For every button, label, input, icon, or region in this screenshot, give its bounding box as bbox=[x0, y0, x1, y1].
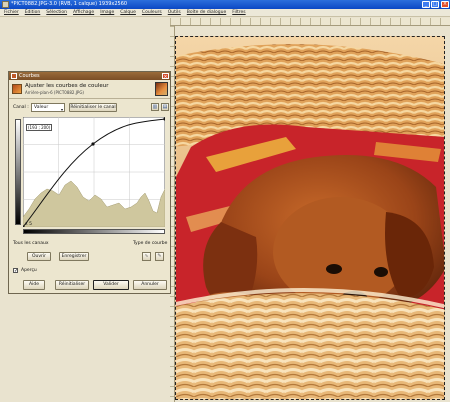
open-button[interactable]: Ouvrir bbox=[27, 252, 51, 261]
log-histogram-icon[interactable]: ▤ bbox=[161, 103, 169, 111]
horizontal-ruler[interactable] bbox=[170, 18, 450, 26]
menu-bar: Fichier Édition Sélection Affichage Imag… bbox=[0, 9, 450, 17]
menu-selection[interactable]: Sélection bbox=[46, 9, 67, 16]
curve-graph[interactable] bbox=[21, 116, 167, 229]
reset-button[interactable]: Réinitialiser bbox=[55, 280, 89, 290]
freehand-curve-icon[interactable]: ✎ bbox=[155, 252, 164, 261]
vertical-gradient-bar bbox=[15, 119, 21, 225]
curve-point-mid[interactable] bbox=[91, 142, 95, 146]
menu-boite-de-dialogue[interactable]: Boîte de dialogue bbox=[187, 9, 226, 16]
reset-label: Réinitialiser bbox=[58, 282, 86, 287]
dialog-title-bar: Courbes × bbox=[9, 72, 170, 80]
save-label: Enregistrer bbox=[61, 254, 87, 259]
help-label: Aide bbox=[29, 282, 39, 287]
dog-in-basket-photo bbox=[176, 37, 444, 399]
color-curves-icon bbox=[12, 84, 22, 94]
image-canvas[interactable] bbox=[175, 36, 445, 400]
chevron-down-icon: ▾ bbox=[60, 107, 63, 112]
channel-select[interactable]: Valeur ▾ bbox=[31, 103, 65, 112]
dialog-title: Courbes bbox=[19, 73, 40, 79]
curve-graph-svg[interactable] bbox=[21, 116, 167, 229]
menu-couleurs[interactable]: Couleurs bbox=[142, 9, 162, 16]
channel-value: Valeur bbox=[34, 105, 49, 110]
maximize-button[interactable]: □ bbox=[431, 1, 439, 8]
layer-thumbnail bbox=[155, 82, 168, 96]
dialog-subheading: Arrière-plan-6 (PICT0882.JPG) bbox=[25, 90, 84, 95]
window-title-bar: *PICT0882.JPG-3.0 (RVB, 1 calque) 1939x2… bbox=[0, 0, 450, 9]
cancel-label: Annuler bbox=[141, 282, 159, 287]
preview-checkbox[interactable]: ✓ bbox=[13, 268, 18, 274]
all-channels-label: Tous les canaux bbox=[13, 241, 49, 246]
menu-filtres[interactable]: Filtres bbox=[232, 9, 245, 16]
ok-button[interactable]: Valider bbox=[93, 280, 129, 290]
curves-dialog: Courbes × Ajuster les courbes de couleur… bbox=[8, 71, 171, 294]
minimize-button[interactable]: _ bbox=[422, 1, 430, 8]
open-label: Ouvrir bbox=[31, 254, 46, 259]
dialog-header: Ajuster les courbes de couleur Arrière-p… bbox=[9, 81, 170, 99]
menu-outils[interactable]: Outils bbox=[168, 9, 181, 16]
menu-fichier[interactable]: Fichier bbox=[4, 9, 19, 16]
dialog-heading: Ajuster les courbes de couleur bbox=[25, 83, 109, 89]
menu-image[interactable]: Image bbox=[100, 9, 114, 16]
close-button[interactable]: × bbox=[441, 1, 449, 8]
reset-channel-label: Réinitialiser le canal bbox=[70, 105, 116, 110]
preview-label: Aperçu bbox=[21, 268, 37, 273]
smooth-curve-icon[interactable]: ∿ bbox=[142, 252, 151, 261]
help-button[interactable]: Aide bbox=[23, 280, 45, 290]
menu-affichage[interactable]: Affichage bbox=[73, 9, 94, 16]
linear-histogram-icon[interactable]: ▥ bbox=[151, 103, 159, 111]
menu-edition[interactable]: Édition bbox=[25, 9, 41, 16]
curve-type-label: Type de courbe bbox=[133, 241, 168, 246]
corner-value: x 5 bbox=[25, 222, 32, 227]
save-button[interactable]: Enregistrer bbox=[59, 252, 89, 261]
window-title: *PICT0882.JPG-3.0 (RVB, 1 calque) 1939x2… bbox=[11, 1, 128, 7]
cancel-button[interactable]: Annuler bbox=[133, 280, 167, 290]
reset-channel-button[interactable]: Réinitialiser le canal bbox=[69, 103, 117, 112]
channel-label: Canal : bbox=[13, 105, 29, 110]
coordinate-readout: (193 ; 200) bbox=[26, 124, 53, 131]
dialog-close-button[interactable]: × bbox=[162, 73, 169, 80]
horizontal-gradient-bar bbox=[23, 229, 165, 234]
channel-row: Canal : Valeur ▾ Réinitialiser le canal … bbox=[13, 103, 171, 112]
menu-calque[interactable]: Calque bbox=[120, 9, 136, 16]
app-icon bbox=[2, 1, 9, 8]
curves-icon bbox=[11, 73, 17, 79]
ok-label: Valider bbox=[103, 282, 119, 287]
